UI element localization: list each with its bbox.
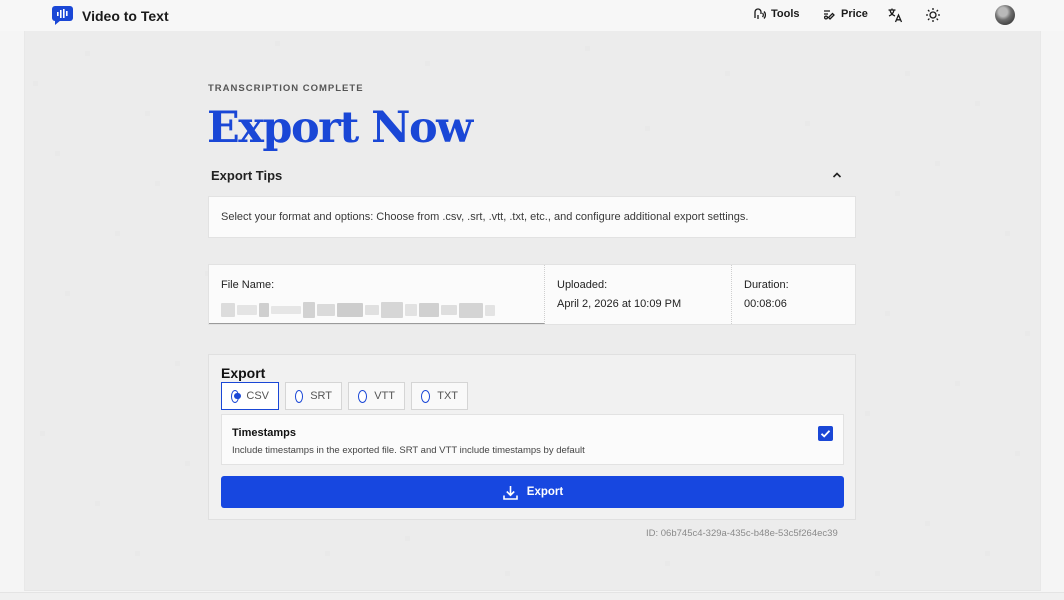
uploaded-cell: Uploaded: April 2, 2026 at 10:09 PM <box>545 265 732 324</box>
uploaded-value: April 2, 2026 at 10:09 PM <box>557 298 682 310</box>
format-option-csv[interactable]: CSV <box>221 382 279 410</box>
nav-price[interactable]: Price <box>822 7 868 21</box>
radio-icon <box>295 389 304 403</box>
format-label: TXT <box>437 390 458 402</box>
translate-icon[interactable] <box>887 7 903 23</box>
export-tips-body: Select your format and options: Choose f… <box>208 196 856 238</box>
radio-selected-icon <box>231 389 241 403</box>
checkmark-icon <box>820 430 831 438</box>
timestamps-description: Include timestamps in the exported file.… <box>232 445 585 456</box>
nav-tools[interactable]: Tools <box>752 7 800 21</box>
format-option-txt[interactable]: TXT <box>411 382 468 410</box>
brand-logo-icon <box>52 6 73 25</box>
radio-icon <box>421 389 431 403</box>
user-avatar[interactable] <box>995 5 1015 25</box>
duration-cell: Duration: 00:08:06 <box>732 265 855 324</box>
uploaded-label: Uploaded: <box>557 279 608 291</box>
download-icon <box>502 485 518 500</box>
file-name-blurred <box>221 298 532 322</box>
timestamps-checkbox[interactable] <box>818 426 833 441</box>
chevron-up-icon[interactable] <box>830 168 844 182</box>
export-card: Export CSV SRT VTT TXT Timestamps Includ… <box>208 354 856 520</box>
export-button-label: Export <box>526 486 564 498</box>
status-eyebrow: TRANSCRIPTION COMPLETE <box>208 83 364 94</box>
duration-label: Duration: <box>744 279 789 291</box>
page-title: Export Now <box>207 103 473 153</box>
nav-price-label: Price <box>841 8 868 20</box>
export-heading: Export <box>221 365 266 381</box>
format-option-vtt[interactable]: VTT <box>348 382 405 410</box>
file-info: File Name: Uploaded: April 2, 2026 at 10… <box>208 264 856 325</box>
file-name-cell: File Name: <box>209 265 545 324</box>
file-name-label: File Name: <box>221 279 275 291</box>
format-label: SRT <box>310 390 332 402</box>
export-tips-heading: Export Tips <box>211 168 283 183</box>
export-button[interactable]: Export <box>221 476 844 508</box>
tools-icon <box>754 8 766 19</box>
format-label: CSV <box>246 390 269 402</box>
brand[interactable]: Video to Text <box>52 6 169 25</box>
price-icon <box>823 10 835 20</box>
duration-value: 00:08:06 <box>744 298 787 310</box>
format-option-srt[interactable]: SRT <box>285 382 342 410</box>
brand-name: Video to Text <box>82 7 169 24</box>
timestamps-option: Timestamps Include timestamps in the exp… <box>221 414 844 465</box>
nav-tools-label: Tools <box>771 8 800 20</box>
theme-sun-icon[interactable] <box>925 7 941 23</box>
record-id: ID: 06b745c4-329a-435c-b48e-53c5f264ec39 <box>646 528 838 539</box>
radio-icon <box>358 389 368 403</box>
timestamps-title: Timestamps <box>232 427 296 439</box>
format-label: VTT <box>374 390 395 402</box>
page-footer <box>0 592 1064 600</box>
top-navigation-bar: Video to Text Tools Price <box>0 0 1064 31</box>
